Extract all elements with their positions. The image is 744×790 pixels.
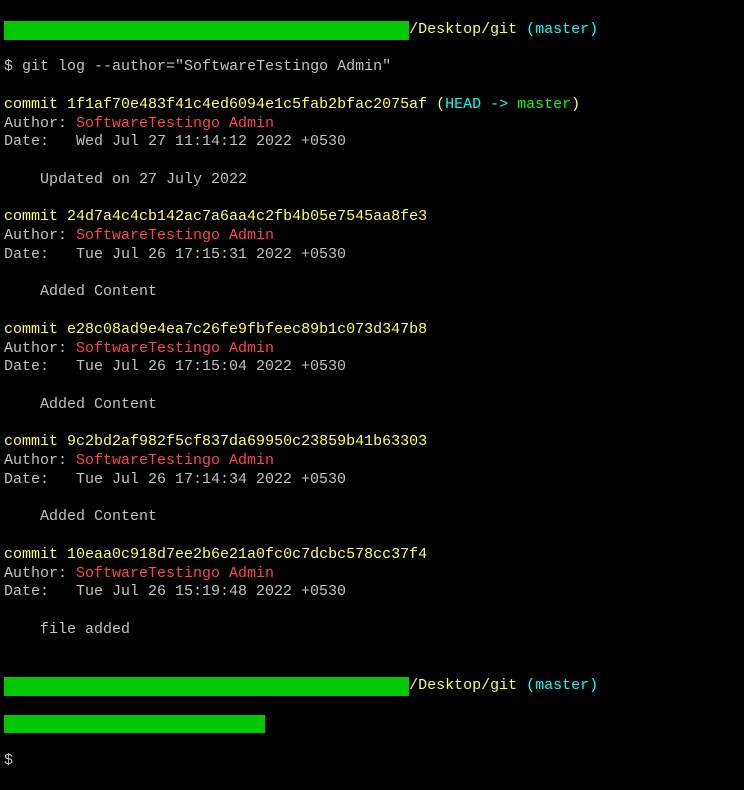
commit-entry: commit 10eaa0c918d7ee2b6e21a0fc0c7dcbc57… xyxy=(4,546,740,659)
blank-line xyxy=(4,415,740,434)
path-block xyxy=(4,715,265,734)
blank-line xyxy=(4,377,740,396)
commit-hash-line: commit 9c2bd2af982f5cf837da69950c23859b4… xyxy=(4,433,740,452)
prompt-dollar: $ xyxy=(4,752,13,769)
commit-date: Tue Jul 26 15:19:48 2022 +0530 xyxy=(76,583,346,600)
blank-line xyxy=(4,640,740,659)
commit-hash: 1f1af70e483f41c4ed6094e1c5fab2bfac2075af xyxy=(67,96,427,113)
branch-indicator: (master) xyxy=(526,677,598,694)
commit-message: Added Content xyxy=(4,283,740,302)
author-name: SoftwareTestingo Admin xyxy=(76,115,274,132)
blank-line xyxy=(4,527,740,546)
author-name: SoftwareTestingo Admin xyxy=(76,565,274,582)
blank-line xyxy=(4,190,740,209)
date-line: Date: Wed Jul 27 11:14:12 2022 +0530 xyxy=(4,133,740,152)
commit-message: Updated on 27 July 2022 xyxy=(4,171,740,190)
commit-message: Added Content xyxy=(4,508,740,527)
path-suffix: /Desktop/git xyxy=(409,677,517,694)
date-line: Date: Tue Jul 26 17:15:31 2022 +0530 xyxy=(4,246,740,265)
prompt-dollar: $ xyxy=(4,58,13,75)
branch-indicator: (master) xyxy=(526,21,598,38)
commit-hash: 9c2bd2af982f5cf837da69950c23859b41b63303 xyxy=(67,433,427,450)
commit-message: Added Content xyxy=(4,396,740,415)
commit-hash-line: commit e28c08ad9e4ea7c26fe9fbfeec89b1c07… xyxy=(4,321,740,340)
date-line: Date: Tue Jul 26 15:19:48 2022 +0530 xyxy=(4,583,740,602)
commit-entry: commit 9c2bd2af982f5cf837da69950c23859b4… xyxy=(4,433,740,546)
commit-entry: commit e28c08ad9e4ea7c26fe9fbfeec89b1c07… xyxy=(4,321,740,434)
command-line: $ git log --author="SoftwareTestingo Adm… xyxy=(4,58,740,77)
blank-line xyxy=(4,152,740,171)
commit-entry: commit 24d7a4c4cb142ac7a6aa4c2fb4b05e754… xyxy=(4,208,740,321)
blank-line xyxy=(4,602,740,621)
terminal-output[interactable]: /Desktop/git (master) $ git log --author… xyxy=(4,2,740,790)
author-name: SoftwareTestingo Admin xyxy=(76,227,274,244)
author-line: Author: SoftwareTestingo Admin xyxy=(4,452,740,471)
commit-date: Tue Jul 26 17:15:31 2022 +0530 xyxy=(76,246,346,263)
blank-line xyxy=(4,265,740,284)
author-line: Author: SoftwareTestingo Admin xyxy=(4,115,740,134)
prompt-line-3 xyxy=(4,715,740,734)
commit-hash: e28c08ad9e4ea7c26fe9fbfeec89b1c073d347b8 xyxy=(67,321,427,338)
prompt-dollar-line[interactable]: $ xyxy=(4,752,740,771)
prompt-line-2: /Desktop/git (master) xyxy=(4,677,740,696)
commit-date: Wed Jul 27 11:14:12 2022 +0530 xyxy=(76,133,346,150)
author-name: SoftwareTestingo Admin xyxy=(76,452,274,469)
path-suffix: /Desktop/git xyxy=(409,21,517,38)
commit-date: Tue Jul 26 17:15:04 2022 +0530 xyxy=(76,358,346,375)
commit-message: file added xyxy=(4,621,740,640)
author-line: Author: SoftwareTestingo Admin xyxy=(4,227,740,246)
path-block xyxy=(4,21,409,40)
commit-entry: commit 1f1af70e483f41c4ed6094e1c5fab2bfa… xyxy=(4,96,740,209)
date-line: Date: Tue Jul 26 17:15:04 2022 +0530 xyxy=(4,358,740,377)
blank-line xyxy=(4,490,740,509)
date-line: Date: Tue Jul 26 17:14:34 2022 +0530 xyxy=(4,471,740,490)
path-block xyxy=(4,677,409,696)
git-command: git log --author="SoftwareTestingo Admin… xyxy=(22,58,391,75)
prompt-line-1: /Desktop/git (master) xyxy=(4,21,740,40)
commit-hash-line: commit 1f1af70e483f41c4ed6094e1c5fab2bfa… xyxy=(4,96,740,115)
author-line: Author: SoftwareTestingo Admin xyxy=(4,565,740,584)
author-name: SoftwareTestingo Admin xyxy=(76,340,274,357)
author-line: Author: SoftwareTestingo Admin xyxy=(4,340,740,359)
commit-hash: 24d7a4c4cb142ac7a6aa4c2fb4b05e7545aa8fe3 xyxy=(67,208,427,225)
commit-hash-line: commit 10eaa0c918d7ee2b6e21a0fc0c7dcbc57… xyxy=(4,546,740,565)
commit-hash-line: commit 24d7a4c4cb142ac7a6aa4c2fb4b05e754… xyxy=(4,208,740,227)
commit-hash: 10eaa0c918d7ee2b6e21a0fc0c7dcbc578cc37f4 xyxy=(67,546,427,563)
blank-line xyxy=(4,302,740,321)
commit-date: Tue Jul 26 17:14:34 2022 +0530 xyxy=(76,471,346,488)
